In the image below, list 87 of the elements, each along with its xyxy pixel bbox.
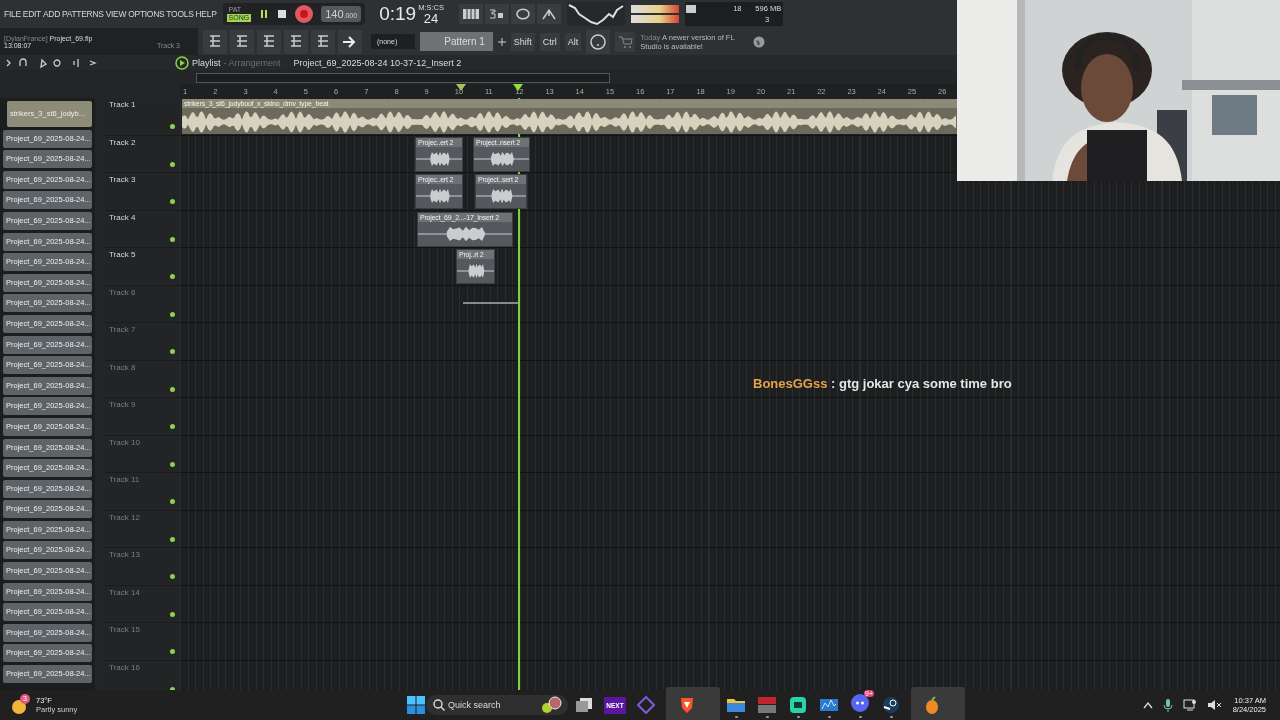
automation-line[interactable]	[463, 301, 518, 304]
track-enable-dot[interactable]	[170, 574, 175, 579]
folder-icon	[726, 697, 746, 713]
track-name[interactable]: Track 13	[109, 550, 140, 559]
track-enable-dot[interactable]	[170, 424, 175, 429]
track-name[interactable]: Track 15	[109, 625, 140, 634]
globe-icon[interactable]	[753, 35, 766, 48]
track-name[interactable]: Track 14	[109, 587, 140, 597]
menu-item[interactable]: FILE	[4, 9, 21, 19]
song-time: 0:19	[379, 3, 417, 25]
playlist-subtitle: - Arrangement	[223, 57, 281, 68]
metronome-icon[interactable]	[537, 4, 562, 24]
track-name[interactable]: Track 1	[109, 100, 136, 109]
start-icon[interactable]	[407, 696, 425, 714]
track-enable-dot[interactable]	[170, 386, 175, 392]
window-icon	[575, 696, 593, 714]
song-time-centiseconds: 24	[423, 11, 439, 25]
modifier-key[interactable]: Alt	[564, 32, 582, 51]
fruit-icon	[924, 696, 940, 714]
track-enable-dot[interactable]	[170, 311, 175, 317]
microphone-icon[interactable]	[1162, 698, 1173, 712]
diamond-icon	[637, 696, 655, 714]
muted-speaker-icon[interactable]	[1206, 699, 1223, 711]
modifier-key[interactable]: Shift	[510, 32, 535, 51]
menu-item[interactable]: TOOLS	[166, 9, 194, 19]
record-icon[interactable]	[295, 5, 314, 23]
cpu-indicator	[686, 5, 697, 13]
track-name[interactable]: Track 7	[109, 325, 136, 334]
menu-item[interactable]: EDIT	[22, 9, 41, 19]
current-clip-name[interactable]: Project_69_2025-08-24 10-37-12_Insert 2	[293, 57, 462, 68]
track-enable-dot[interactable]	[170, 199, 175, 204]
pattern-selector[interactable]: Pattern 1	[420, 32, 493, 51]
menu-item[interactable]: VIEW	[105, 9, 127, 19]
search-field[interactable]: Quick search	[426, 695, 568, 715]
menu-item[interactable]: HELP	[195, 9, 217, 19]
menu-item[interactable]: PATTERNS	[62, 9, 104, 19]
discord-icon	[851, 694, 869, 712]
mixer-app-icon	[757, 696, 777, 714]
track-enable-dot[interactable]	[170, 236, 175, 242]
playlist-title: Playlist	[192, 57, 221, 68]
track-enable-dot[interactable]	[170, 611, 175, 617]
stop-icon[interactable]	[277, 9, 288, 19]
track-name[interactable]: Track 10	[109, 437, 140, 447]
track-name[interactable]: Track 5	[109, 250, 136, 259]
shield-icon	[679, 696, 695, 714]
overview-scrollbar[interactable]	[196, 73, 610, 83]
chat-app-icon	[789, 696, 807, 714]
chevron-up-icon[interactable]	[1142, 701, 1153, 709]
waveform-drawing	[457, 262, 494, 280]
keyboard-icon[interactable]	[459, 4, 484, 24]
track-name[interactable]: Track 9	[109, 400, 136, 409]
chat-message: BonesGGss : gtg jokar cya some time bro	[753, 376, 1012, 391]
track-enable-dot[interactable]	[170, 349, 175, 354]
add-pattern-button[interactable]	[497, 37, 506, 46]
track-name[interactable]: Track 2	[109, 137, 136, 147]
step-icon[interactable]	[485, 4, 510, 24]
waveform-drawing	[474, 149, 529, 168]
menu-item[interactable]: ADD	[42, 9, 60, 19]
help-icon[interactable]	[586, 29, 611, 54]
waveform-drawing	[476, 187, 526, 205]
track-enable-dot[interactable]	[170, 274, 175, 279]
waveform-drawing	[416, 187, 462, 205]
menu-item[interactable]: OPTIONS	[128, 9, 165, 19]
track-name[interactable]: Track 12	[109, 512, 140, 522]
track-enable-dot[interactable]	[170, 124, 175, 129]
search-icon	[433, 699, 445, 711]
track-name[interactable]: Track 3	[109, 175, 136, 184]
audio-app-icon	[819, 697, 839, 713]
track-enable-dot[interactable]	[170, 461, 175, 467]
cart-icon[interactable]	[615, 31, 636, 52]
track-name[interactable]: Track 16	[109, 662, 140, 672]
track-enable-dot[interactable]	[170, 499, 175, 504]
tennis-icon	[540, 696, 562, 714]
modifier-key[interactable]: Ctrl	[539, 32, 560, 51]
network-icon[interactable]	[1182, 698, 1197, 712]
weather-icon[interactable]	[12, 700, 26, 714]
track-enable-dot[interactable]	[170, 649, 175, 654]
pause-icon[interactable]	[259, 9, 270, 19]
track-name[interactable]: Track 4	[109, 212, 136, 222]
track-name[interactable]: Track 11	[109, 475, 140, 484]
track-enable-dot[interactable]	[170, 536, 175, 542]
steam-icon	[882, 696, 900, 714]
volume-meter	[631, 5, 680, 23]
track-enable-dot[interactable]	[170, 161, 175, 167]
track-name[interactable]: Track 6	[109, 287, 136, 297]
loop-icon[interactable]	[511, 4, 536, 24]
track-name[interactable]: Track 8	[109, 362, 136, 372]
